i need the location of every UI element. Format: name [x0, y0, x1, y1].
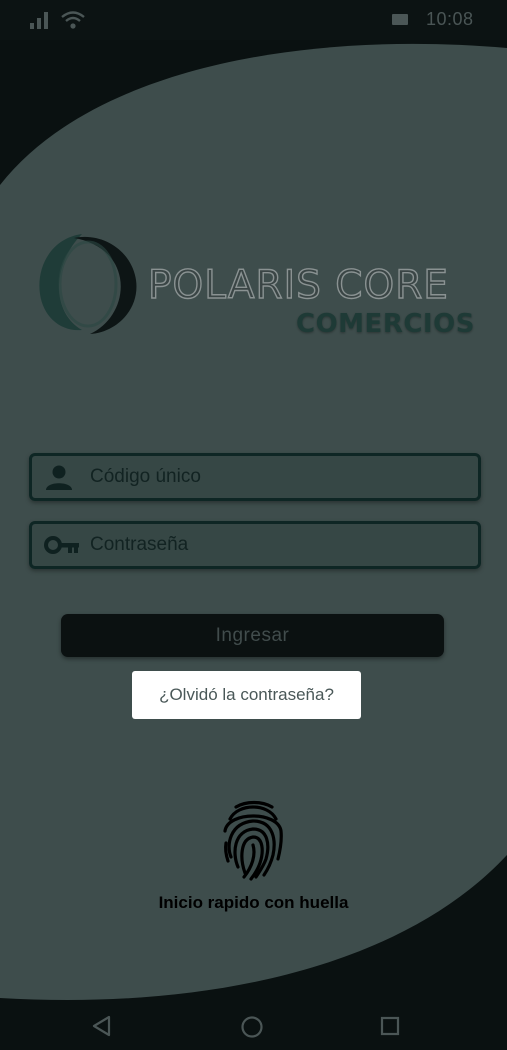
- navigation-bar: [0, 1003, 507, 1050]
- back-triangle-icon[interactable]: [91, 1015, 113, 1037]
- login-screen: 10:08 POLARIS CORE COMERCIOS Ingresar ¿O…: [0, 0, 507, 1050]
- person-icon: [46, 465, 72, 490]
- fingerprint-icon[interactable]: [218, 797, 288, 881]
- signal-icon: [30, 12, 48, 29]
- status-time: 10:08: [426, 9, 474, 29]
- user-code-input[interactable]: [90, 456, 460, 498]
- battery-icon: [392, 14, 408, 25]
- forgot-password-link[interactable]: ¿Olvidó la contraseña?: [132, 671, 361, 719]
- password-field[interactable]: [29, 521, 481, 569]
- password-input[interactable]: [90, 524, 460, 566]
- wifi-icon: [61, 11, 85, 29]
- fingerprint-login-label[interactable]: Inicio rapido con huella: [0, 893, 507, 913]
- home-circle-icon[interactable]: [240, 1015, 264, 1039]
- login-button[interactable]: Ingresar: [61, 614, 444, 657]
- polaris-logo-icon: [39, 234, 137, 334]
- brand-title: POLARIS CORE: [147, 263, 449, 308]
- status-bar: 10:08: [0, 0, 507, 40]
- recents-square-icon[interactable]: [380, 1016, 400, 1036]
- brand-subtitle: COMERCIOS: [296, 309, 475, 339]
- user-code-field[interactable]: [29, 453, 481, 501]
- key-icon: [44, 536, 79, 554]
